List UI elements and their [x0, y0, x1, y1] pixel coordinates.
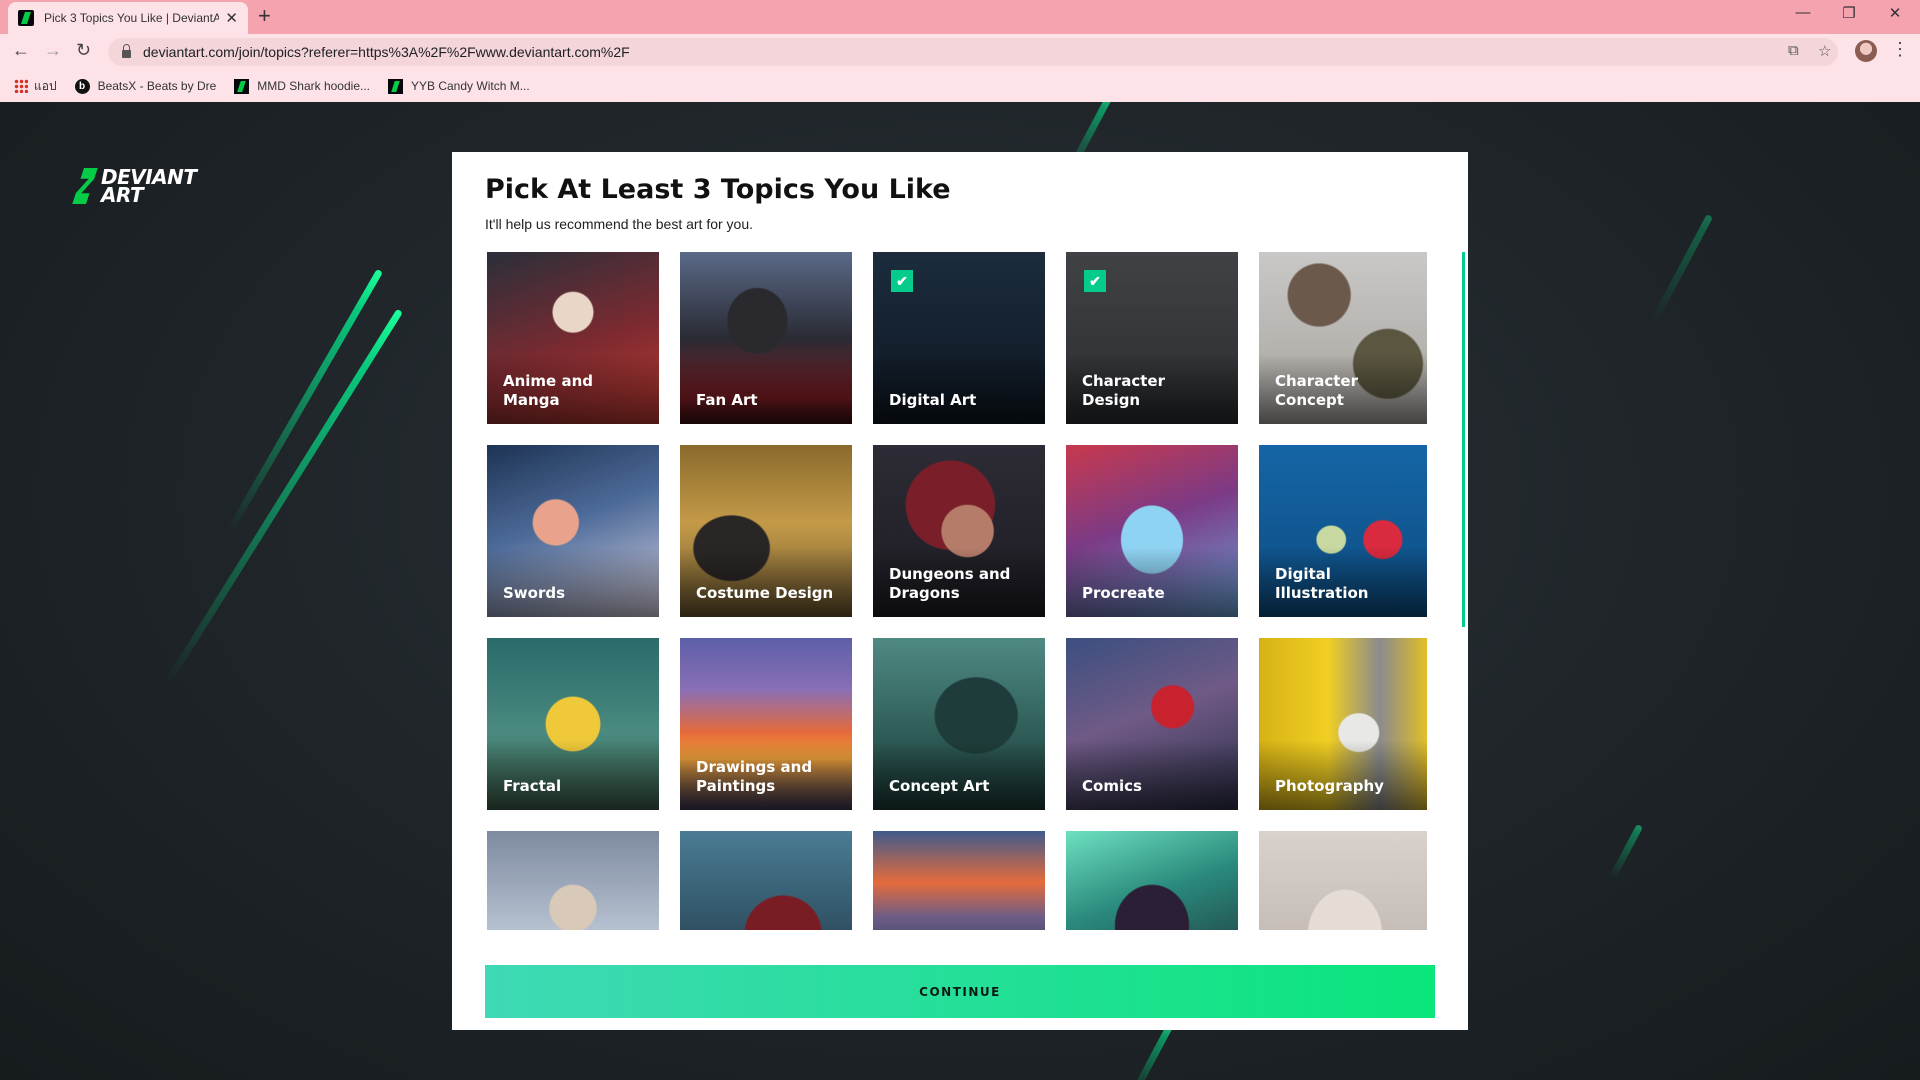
topic-label: Character Design — [1082, 372, 1165, 409]
topic-artwork — [487, 831, 659, 930]
browser-tab[interactable]: Pick 3 Topics You Like | DeviantArt ✕ — [8, 2, 248, 34]
deviantart-icon — [234, 78, 250, 94]
selected-check-icon: ✔ — [1084, 270, 1106, 292]
deviantart-favicon-icon — [18, 10, 34, 26]
deviantart-logo-icon — [75, 168, 97, 204]
bookmark-yyb-candy[interactable]: YYB Candy Witch M... — [388, 78, 530, 94]
browser-menu-icon[interactable]: ⋮ — [1891, 39, 1909, 60]
tile-shade — [487, 740, 659, 810]
topic-label: Fan Art — [696, 391, 758, 409]
logo-wordmark: DEVIANT ART — [101, 167, 197, 205]
lock-icon[interactable] — [122, 44, 131, 58]
tile-shade — [873, 354, 1045, 424]
topic-label: Photography — [1275, 777, 1384, 795]
topic-tile-anime-and-manga[interactable]: Anime and Manga — [487, 252, 659, 424]
topic-label: Comics — [1082, 777, 1142, 795]
background-streak — [1650, 213, 1714, 324]
bookmark-apps[interactable]: แอป — [14, 77, 57, 96]
profile-avatar[interactable] — [1855, 40, 1877, 62]
browser-toolbar: ← → ↻ deviantart.com/join/topics?referer… — [0, 34, 1920, 70]
topic-label: Drawings and Paintings — [696, 758, 813, 795]
topic-tile-drawings-and-paintings[interactable]: Drawings and Paintings — [680, 638, 852, 810]
topic-artwork — [1066, 831, 1238, 930]
tab-title: Pick 3 Topics You Like | DeviantArt — [44, 11, 220, 25]
topic-label: Anime and Manga — [503, 372, 593, 409]
topic-label: Costume Design — [696, 584, 834, 602]
tile-shade — [487, 547, 659, 617]
tile-shade — [873, 740, 1045, 810]
tile-shade — [680, 547, 852, 617]
continue-button[interactable]: CONTINUE — [485, 965, 1435, 1018]
background-streak — [1608, 823, 1644, 881]
topic-tile[interactable] — [680, 831, 852, 930]
background-streak — [163, 308, 403, 686]
translate-icon[interactable]: ⧉ — [1788, 42, 1799, 59]
topic-label: Digital Illustration — [1275, 565, 1369, 602]
topic-tile-digital-art[interactable]: ✔ Digital Art — [873, 252, 1045, 424]
selected-check-icon: ✔ — [891, 270, 913, 292]
back-button[interactable]: ← — [12, 40, 30, 61]
topic-tile-concept-art[interactable]: Concept Art — [873, 638, 1045, 810]
topic-tile[interactable] — [1259, 831, 1427, 930]
close-window-button[interactable]: ✕ — [1872, 4, 1918, 22]
topic-tile[interactable] — [873, 831, 1045, 930]
topic-tile-dungeons-and-dragons[interactable]: Dungeons and Dragons — [873, 445, 1045, 617]
minimize-window-button[interactable]: — — [1780, 4, 1826, 21]
topic-label: Concept Art — [889, 777, 990, 795]
topic-tile-fan-art[interactable]: Fan Art — [680, 252, 852, 424]
topic-tile[interactable] — [487, 831, 659, 930]
deviantart-logo[interactable]: DEVIANT ART — [75, 167, 197, 205]
topic-tile-procreate[interactable]: Procreate — [1066, 445, 1238, 617]
tile-shade — [680, 354, 852, 424]
apps-grid-icon — [14, 79, 28, 93]
topic-label: Swords — [503, 584, 566, 602]
topic-tile-character-design[interactable]: ✔ Character Design — [1066, 252, 1238, 424]
modal-title: Pick At Least 3 Topics You Like — [485, 174, 951, 205]
bookmarks-bar: แอป b BeatsX - Beats by Dre MMD Shark ho… — [0, 70, 1920, 102]
reload-button[interactable]: ↻ — [76, 40, 91, 61]
topic-artwork — [680, 831, 852, 930]
background-streak — [226, 268, 384, 533]
bookmark-star-icon[interactable]: ☆ — [1818, 42, 1831, 60]
topic-label: Digital Art — [889, 391, 977, 409]
topic-label: Character Concept — [1275, 372, 1358, 409]
topic-artwork — [873, 831, 1045, 930]
topic-tile-fractal[interactable]: Fractal — [487, 638, 659, 810]
address-bar[interactable]: deviantart.com/join/topics?referer=https… — [108, 38, 1838, 66]
topic-label: Fractal — [503, 777, 562, 795]
modal-subtitle: It'll help us recommend the best art for… — [485, 216, 754, 232]
bookmark-label: BeatsX - Beats by Dre — [97, 79, 217, 93]
restore-window-button[interactable]: ❐ — [1826, 4, 1872, 22]
topic-label: Dungeons and Dragons — [889, 565, 1011, 602]
topic-tile-character-concept[interactable]: Character Concept — [1259, 252, 1427, 424]
tile-shade — [1066, 547, 1238, 617]
beats-icon: b — [74, 78, 90, 94]
topics-scrollbar[interactable] — [1462, 252, 1465, 627]
topic-tile-swords[interactable]: Swords — [487, 445, 659, 617]
topic-tile[interactable] — [1066, 831, 1238, 930]
page-background: DEVIANT ART Pick At Least 3 Topics You L… — [0, 102, 1920, 1080]
topic-artwork — [1259, 831, 1427, 930]
browser-tab-strip: Pick 3 Topics You Like | DeviantArt ✕ + … — [0, 0, 1920, 34]
topic-tile-comics[interactable]: Comics — [1066, 638, 1238, 810]
new-tab-button[interactable]: + — [258, 3, 271, 29]
tile-shade — [1066, 740, 1238, 810]
topic-tile-costume-design[interactable]: Costume Design — [680, 445, 852, 617]
bookmark-beatsx[interactable]: b BeatsX - Beats by Dre — [74, 78, 217, 94]
topics-modal: Pick At Least 3 Topics You Like It'll he… — [452, 152, 1468, 1030]
bookmark-label: แอป — [34, 78, 57, 93]
deviantart-icon — [388, 78, 403, 94]
bookmark-mmd-shark[interactable]: MMD Shark hoodie... — [234, 78, 370, 94]
topics-grid: Anime and Manga Fan Art ✔ Digital Art ✔ … — [487, 252, 1427, 930]
tile-shade — [1259, 740, 1427, 810]
bookmark-label: MMD Shark hoodie... — [257, 79, 370, 93]
topic-tile-digital-illustration[interactable]: Digital Illustration — [1259, 445, 1427, 617]
topic-tile-photography[interactable]: Photography — [1259, 638, 1427, 810]
url-text[interactable]: deviantart.com/join/topics?referer=https… — [143, 44, 630, 60]
background-streak — [1129, 1023, 1174, 1080]
forward-button[interactable]: → — [44, 40, 62, 61]
bookmark-label: YYB Candy Witch M... — [411, 79, 530, 93]
close-tab-icon[interactable]: ✕ — [225, 9, 238, 27]
topic-label: Procreate — [1082, 584, 1165, 602]
